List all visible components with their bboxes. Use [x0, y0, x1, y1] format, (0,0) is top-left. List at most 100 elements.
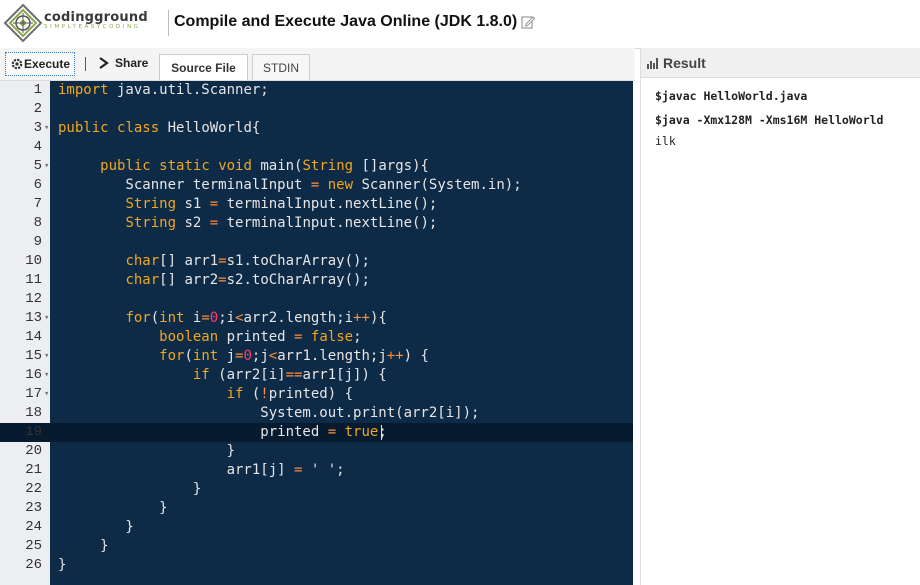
page-title: Compile and Execute Java Online (JDK 1.8… — [174, 13, 518, 30]
header-divider — [168, 10, 169, 36]
line-number: 21 — [25, 462, 42, 478]
line-number: 12 — [25, 291, 42, 307]
code-text: for(int j=0;j<arr1.length;j++) { — [159, 348, 429, 364]
app-header: codingground SIMPLYEASYCODING Compile an… — [0, 0, 920, 49]
line-number: 2 — [33, 101, 42, 117]
result-pane: Result $javac HelloWorld.java $java -Xmx… — [640, 48, 920, 585]
code-line[interactable]: 2 — [0, 100, 633, 119]
code-line[interactable]: 3 ▾ public class HelloWorld{ — [0, 119, 633, 138]
code-line[interactable]: 8 String s2 = terminalInput.nextLine(); — [0, 214, 633, 233]
code-line[interactable]: 9 — [0, 233, 633, 252]
line-number: 20 — [25, 443, 42, 459]
toolbar-divider — [85, 57, 86, 71]
code-line[interactable]: 10 char[] arr1=s1.toCharArray(); — [0, 252, 633, 271]
fold-arrow-icon[interactable]: ▾ — [44, 119, 49, 138]
fold-arrow-icon[interactable]: ▾ — [44, 309, 49, 328]
fold-arrow-icon[interactable]: ▾ — [44, 385, 49, 404]
code-line[interactable]: 22 } — [0, 480, 633, 499]
code-text: import java.util.Scanner; — [58, 82, 269, 98]
line-number: 16 — [25, 367, 42, 383]
code-line[interactable]: 17 ▾ if (!printed) { — [0, 385, 633, 404]
fold-arrow-icon[interactable]: ▾ — [44, 157, 49, 176]
brand-name: codingground — [44, 10, 148, 25]
line-number: 18 — [25, 405, 42, 421]
line-number: 3 — [33, 120, 42, 136]
code-line[interactable]: 12 — [0, 290, 633, 309]
edit-icon[interactable] — [521, 15, 535, 29]
code-text: for(int i=0;i<arr2.length;i++){ — [125, 310, 387, 326]
line-number: 23 — [25, 500, 42, 516]
code-line[interactable]: 16 ▾ if (arr2[i]==arr1[j]) { — [0, 366, 633, 385]
fold-arrow-icon[interactable]: ▾ — [44, 366, 49, 385]
code-line[interactable]: 13 ▾ for(int i=0;i<arr2.length;i++){ — [0, 309, 633, 328]
code-text: char[] arr1=s1.toCharArray(); — [125, 253, 370, 269]
line-number: 13 — [25, 310, 42, 326]
tab-source-file[interactable]: Source File — [159, 54, 248, 80]
code-text: } — [58, 500, 168, 516]
codingground-logo-icon[interactable] — [3, 3, 43, 43]
code-line[interactable]: 23 } — [0, 499, 633, 518]
line-number: 19 — [25, 424, 42, 440]
bar-chart-icon — [647, 57, 658, 69]
line-number: 25 — [25, 538, 42, 554]
line-number: 1 — [33, 82, 42, 98]
brand[interactable]: codingground SIMPLYEASYCODING — [44, 10, 148, 30]
line-number: 7 — [33, 196, 42, 212]
line-number: 4 — [33, 139, 42, 155]
execute-label: Execute — [24, 57, 71, 71]
line-number: 9 — [33, 234, 42, 250]
code-text: String s1 = terminalInput.nextLine(); — [125, 196, 438, 212]
code-line[interactable]: 18 System.out.print(arr2[i]); — [0, 404, 633, 423]
code-line[interactable]: 20 } — [0, 442, 633, 461]
result-title: Result — [663, 54, 706, 71]
code-text: if (arr2[i]==arr1[j]) { — [192, 367, 387, 383]
gear-icon — [11, 58, 23, 70]
code-editor[interactable]: 1 import java.util.Scanner; 2 3 ▾ public clas… — [0, 81, 633, 585]
share-button[interactable]: Share — [98, 52, 148, 74]
line-number: 15 — [25, 348, 42, 364]
editor-toolbar: Execute Share Source File STDIN — [0, 48, 635, 81]
code-line[interactable]: 21 arr1[j] = ' '; — [0, 461, 633, 480]
code-line[interactable]: 19 printed = true; — [0, 423, 633, 442]
share-chevron-icon — [99, 57, 109, 69]
code-text: public class HelloWorld{ — [58, 120, 261, 136]
code-text: } — [58, 557, 67, 573]
code-line[interactable]: 7 String s1 = terminalInput.nextLine(); — [0, 195, 633, 214]
code-line[interactable]: 14 boolean printed = false; — [0, 328, 633, 347]
code-text: } — [58, 519, 134, 535]
line-number: 14 — [25, 329, 42, 345]
code-text: } — [58, 538, 109, 554]
result-header: Result — [641, 48, 920, 78]
code-line[interactable]: 15 ▾ for(int j=0;j<arr1.length;j++) { — [0, 347, 633, 366]
output-line: $java -Xmx128M -Xms16M HelloWorld — [655, 113, 884, 127]
code-line[interactable]: 5 ▾ public static void main(String []args… — [0, 157, 633, 176]
execute-button[interactable]: Execute — [5, 52, 76, 76]
code-line[interactable]: 11 char[] arr2=s2.toCharArray(); — [0, 271, 633, 290]
code-text: char[] arr2=s2.toCharArray(); — [125, 272, 370, 288]
code-line[interactable]: 24 } — [0, 518, 633, 537]
code-line[interactable]: 6 Scanner terminalInput = new Scanner(Sy… — [0, 176, 633, 195]
share-label: Share — [115, 56, 149, 70]
code-line[interactable]: 25 } — [0, 537, 633, 556]
fold-arrow-icon[interactable]: ▾ — [44, 347, 49, 366]
line-number: 10 — [25, 253, 42, 269]
line-number: 5 — [33, 158, 42, 174]
output-line: ilk — [655, 134, 676, 148]
code-text: arr1[j] = ' '; — [58, 462, 345, 478]
tab-stdin[interactable]: STDIN — [252, 54, 310, 80]
output-line: $javac HelloWorld.java — [655, 89, 808, 103]
code-line[interactable]: 1 import java.util.Scanner; — [0, 81, 633, 100]
code-line[interactable]: 26} — [0, 556, 633, 575]
code-text: printed = true; — [58, 424, 387, 440]
code-text: } — [58, 481, 202, 497]
code-text: Scanner terminalInput = new Scanner(Syst… — [58, 177, 522, 193]
code-text: boolean printed = false; — [159, 329, 362, 345]
code-text: System.out.print(arr2[i]); — [58, 405, 480, 421]
code-line[interactable]: 4 — [0, 138, 633, 157]
brand-tagline: SIMPLYEASYCODING — [44, 24, 141, 30]
line-number: 6 — [33, 177, 42, 193]
code-text: if (!printed) { — [226, 386, 354, 402]
line-number: 26 — [25, 557, 42, 573]
line-number: 24 — [25, 519, 42, 535]
line-number: 22 — [25, 481, 42, 497]
